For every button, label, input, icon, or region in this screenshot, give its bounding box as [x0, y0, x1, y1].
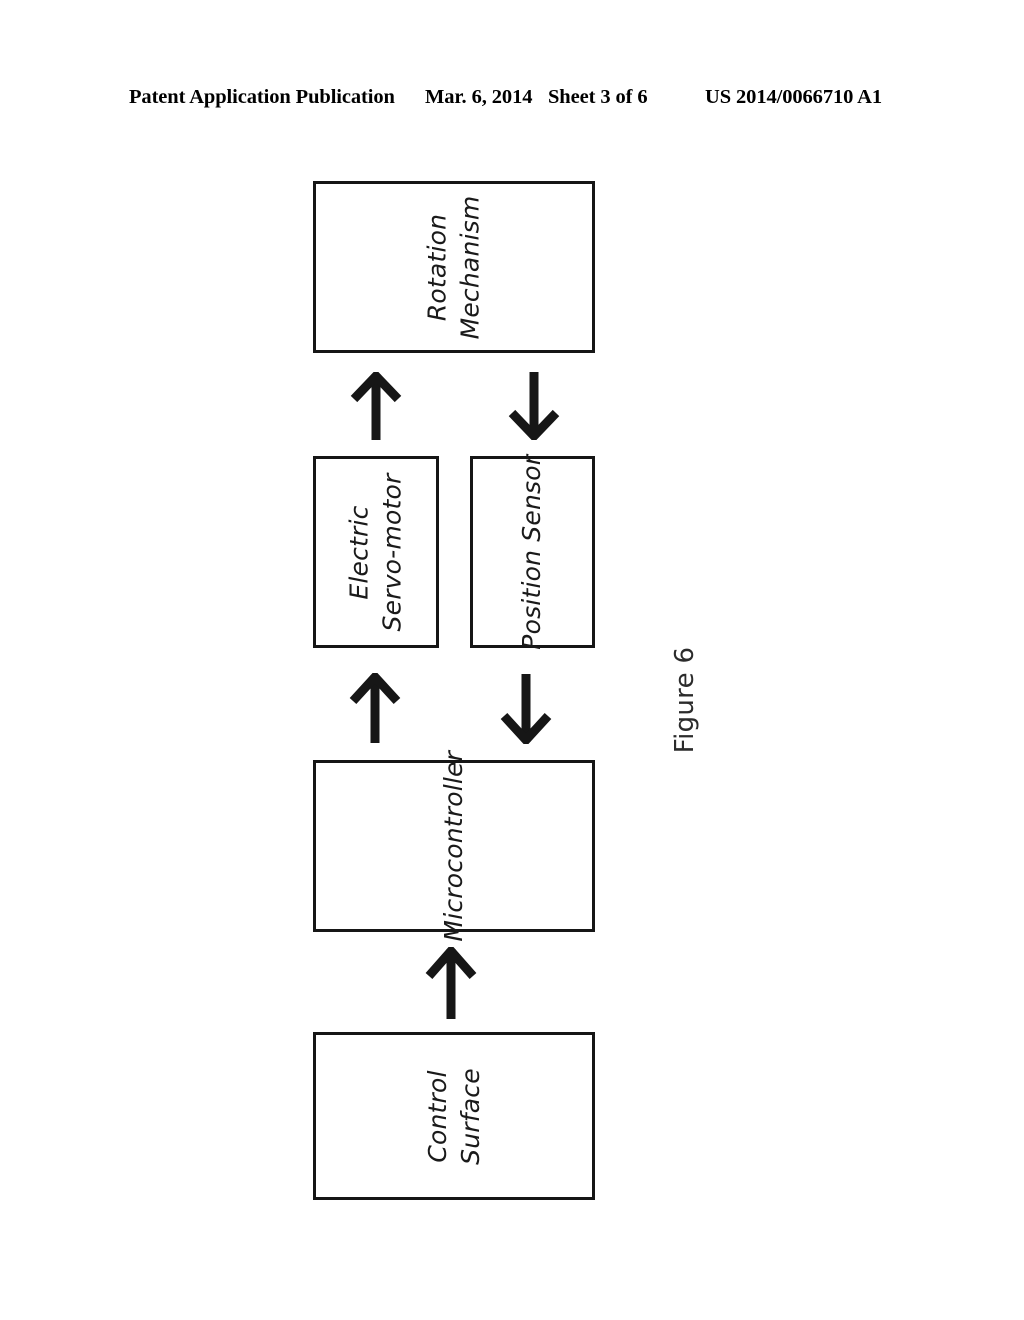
arrow-down-icon [500, 672, 552, 744]
node-label-line: Rotation [422, 213, 452, 321]
arrow-down-icon [508, 370, 560, 440]
node-rotation-mechanism: Rotation Mechanism [313, 181, 595, 353]
node-label-line: Position Sensor [517, 454, 547, 650]
node-position-sensor-label: Position Sensor [516, 455, 549, 650]
node-microcontroller: Microcontroller [313, 751, 595, 941]
node-position-sensor: Position Sensor [470, 455, 595, 650]
node-rotation-mechanism-label: Rotation Mechanism [422, 195, 487, 339]
arrow-up-icon [350, 372, 402, 442]
node-microcontroller-label: Microcontroller [438, 751, 471, 942]
node-electric-servo-motor-label: Electric Servo-motor [344, 473, 409, 631]
block-diagram: Rotation Mechanism Electric Servo-motor … [0, 0, 1024, 1320]
node-label-line: Electric [344, 504, 374, 600]
figure-caption-label: Figure 6 [670, 646, 700, 754]
node-label-line: Mechanism [455, 195, 484, 339]
node-label-line: Microcontroller [438, 750, 468, 942]
node-control-surface: Control Surface [313, 1032, 595, 1200]
node-electric-servo-motor: Electric Servo-motor [313, 456, 439, 648]
node-label-line: Control [422, 1069, 452, 1163]
node-label-line: Servo-motor [377, 473, 406, 631]
arrow-up-icon [349, 673, 401, 745]
arrow-up-icon [425, 947, 477, 1021]
node-label-line: Surface [454, 1067, 484, 1165]
node-control-surface-label: Control Surface [421, 1068, 486, 1165]
